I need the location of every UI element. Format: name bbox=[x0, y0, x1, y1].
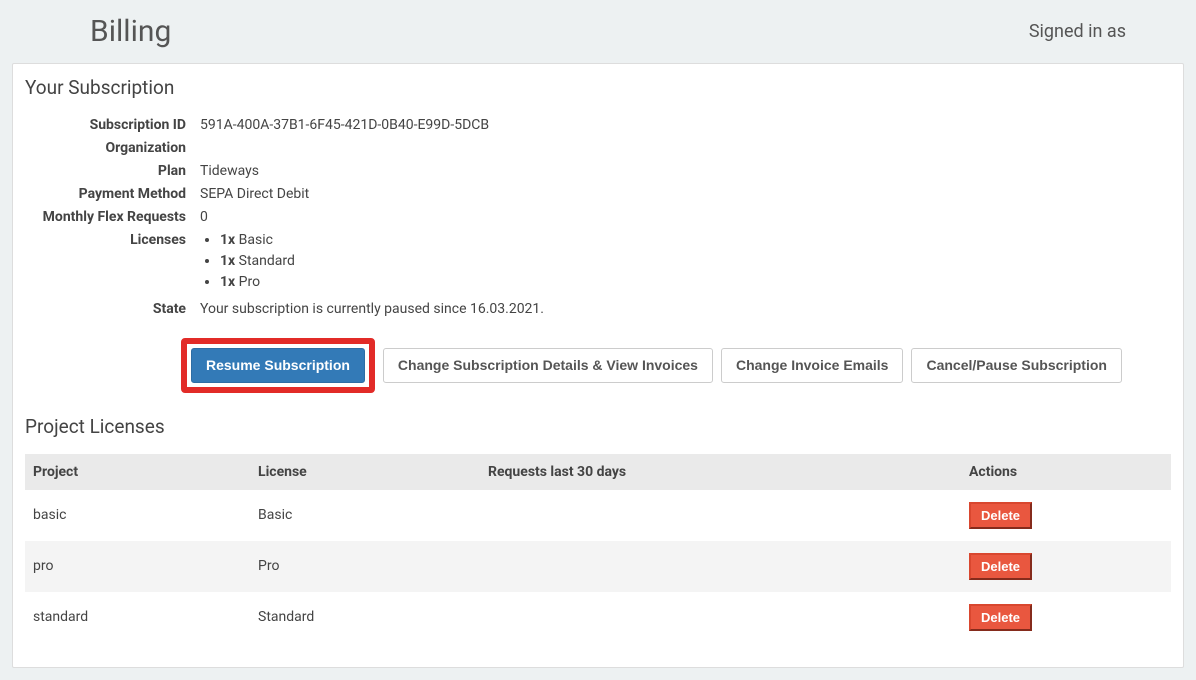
top-bar: Billing Signed in as bbox=[12, 0, 1184, 63]
label-flex-requests: Monthly Flex Requests bbox=[25, 207, 200, 228]
delete-button[interactable]: Delete bbox=[969, 553, 1032, 580]
subscription-actions: Resume Subscription Change Subscription … bbox=[25, 338, 1171, 393]
label-organization: Organization bbox=[25, 138, 200, 159]
value-subscription-id: 591A-400A-37B1-6F45-421D-0B40-E99D-5DCB bbox=[200, 115, 1171, 136]
license-name: Basic bbox=[239, 232, 273, 248]
label-subscription-id: Subscription ID bbox=[25, 115, 200, 136]
delete-button[interactable]: Delete bbox=[969, 604, 1032, 631]
table-row: pro Pro Delete bbox=[25, 541, 1171, 592]
license-name: Pro bbox=[239, 274, 260, 290]
label-state: State bbox=[25, 299, 200, 320]
value-flex-requests: 0 bbox=[200, 207, 1171, 228]
col-actions: Actions bbox=[961, 454, 1171, 490]
cell-project: standard bbox=[25, 592, 250, 643]
cell-license: Pro bbox=[250, 541, 480, 592]
delete-button[interactable]: Delete bbox=[969, 502, 1032, 529]
highlight-box: Resume Subscription bbox=[181, 338, 375, 393]
label-payment-method: Payment Method bbox=[25, 184, 200, 205]
row-payment-method: Payment Method SEPA Direct Debit bbox=[25, 184, 1171, 205]
change-invoice-emails-button[interactable]: Change Invoice Emails bbox=[721, 348, 904, 383]
value-state: Your subscription is currently paused si… bbox=[200, 299, 1171, 320]
page-title: Billing bbox=[90, 14, 171, 49]
resume-subscription-button[interactable]: Resume Subscription bbox=[191, 348, 365, 383]
row-flex-requests: Monthly Flex Requests 0 bbox=[25, 207, 1171, 228]
license-item: 1x Standard bbox=[220, 251, 1171, 272]
row-state: State Your subscription is currently pau… bbox=[25, 299, 1171, 320]
subscription-heading: Your Subscription bbox=[25, 76, 1171, 99]
cell-project: pro bbox=[25, 541, 250, 592]
license-qty: 1x bbox=[220, 232, 235, 248]
license-item: 1x Pro bbox=[220, 272, 1171, 293]
license-qty: 1x bbox=[220, 253, 235, 269]
row-licenses: Licenses 1x Basic 1x Standard 1x Pro bbox=[25, 230, 1171, 293]
cell-requests bbox=[480, 490, 961, 541]
label-plan: Plan bbox=[25, 161, 200, 182]
col-license: License bbox=[250, 454, 480, 490]
license-name: Standard bbox=[239, 253, 295, 269]
cell-requests bbox=[480, 592, 961, 643]
label-licenses: Licenses bbox=[25, 230, 200, 251]
cell-actions: Delete bbox=[961, 541, 1171, 592]
col-requests: Requests last 30 days bbox=[480, 454, 961, 490]
value-payment-method: SEPA Direct Debit bbox=[200, 184, 1171, 205]
row-plan: Plan Tideways bbox=[25, 161, 1171, 182]
signed-in-label: Signed in as bbox=[1029, 21, 1126, 42]
cell-project: basic bbox=[25, 490, 250, 541]
change-details-button[interactable]: Change Subscription Details & View Invoi… bbox=[383, 348, 713, 383]
project-licenses-table: Project License Requests last 30 days Ac… bbox=[25, 454, 1171, 643]
table-header-row: Project License Requests last 30 days Ac… bbox=[25, 454, 1171, 490]
cell-actions: Delete bbox=[961, 490, 1171, 541]
value-plan: Tideways bbox=[200, 161, 1171, 182]
cell-license: Basic bbox=[250, 490, 480, 541]
billing-card: Your Subscription Subscription ID 591A-4… bbox=[12, 63, 1184, 668]
cell-actions: Delete bbox=[961, 592, 1171, 643]
license-item: 1x Basic bbox=[220, 230, 1171, 251]
table-row: standard Standard Delete bbox=[25, 592, 1171, 643]
project-licenses-heading: Project Licenses bbox=[25, 415, 1171, 438]
cancel-pause-button[interactable]: Cancel/Pause Subscription bbox=[911, 348, 1122, 383]
row-subscription-id: Subscription ID 591A-400A-37B1-6F45-421D… bbox=[25, 115, 1171, 136]
table-row: basic Basic Delete bbox=[25, 490, 1171, 541]
license-qty: 1x bbox=[220, 274, 235, 290]
cell-requests bbox=[480, 541, 961, 592]
row-organization: Organization bbox=[25, 138, 1171, 159]
value-licenses: 1x Basic 1x Standard 1x Pro bbox=[200, 230, 1171, 293]
col-project: Project bbox=[25, 454, 250, 490]
licenses-list: 1x Basic 1x Standard 1x Pro bbox=[200, 230, 1171, 293]
cell-license: Standard bbox=[250, 592, 480, 643]
